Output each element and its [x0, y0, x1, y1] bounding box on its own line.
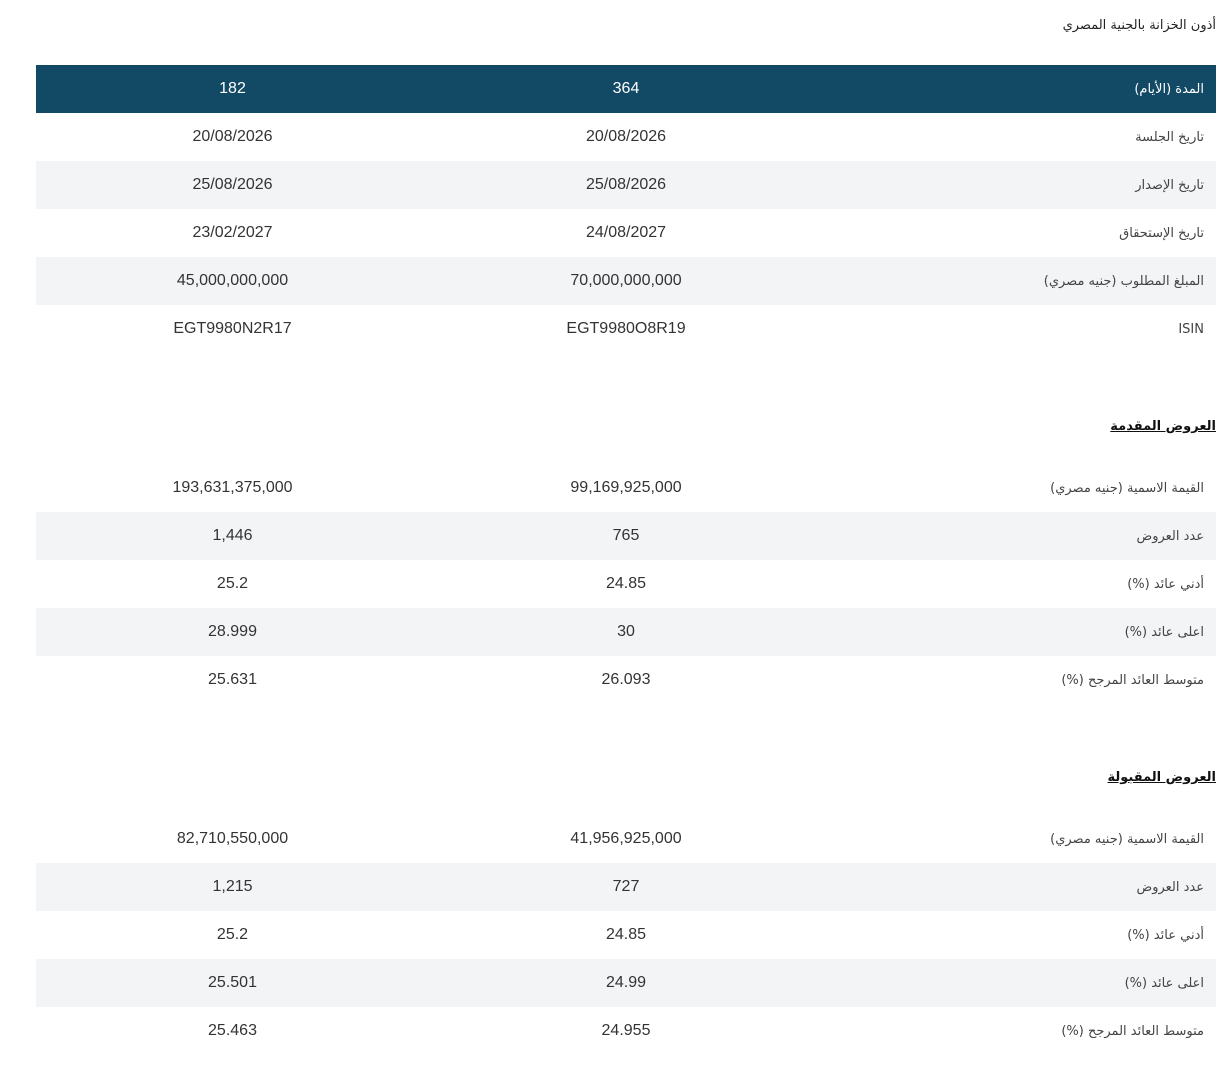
- row-value-364: 24.85: [605, 926, 647, 943]
- table-row: تاريخ الجلسة 20/08/2026 20/08/2026: [36, 113, 1216, 161]
- table-row: المبلغ المطلوب (جنيه مصري) 70,000,000,00…: [36, 257, 1216, 305]
- row-value-364: 20/08/2026: [585, 128, 667, 145]
- row-label: تاريخ الجلسة: [1135, 129, 1204, 145]
- row-value-364: 24/08/2027: [585, 224, 667, 241]
- row-value-364: 41,956,925,000: [570, 830, 682, 847]
- table-row: تاريخ الإصدار 25/08/2026 25/08/2026: [36, 161, 1216, 209]
- row-label: عدد العروض: [1136, 879, 1204, 895]
- row-value-364: 30: [617, 623, 635, 640]
- auction-table: المدة (الأيام) 364 182 تاريخ الجلسة 20/0…: [36, 65, 1216, 353]
- table-row: اعلى عائد (%) 24.99 25.501: [36, 959, 1216, 1007]
- row-value-364: 24.99: [605, 974, 647, 991]
- row-value-364: 727: [612, 878, 640, 895]
- row-value-364: 25/08/2026: [585, 176, 667, 193]
- row-value-364: 26.093: [601, 671, 651, 688]
- row-label: القيمة الاسمية (جنيه مصري): [1050, 831, 1204, 847]
- row-value-364: 70,000,000,000: [570, 272, 682, 289]
- row-value-182: EGT9980N2R17: [173, 320, 292, 337]
- table-row: عدد العروض 765 1,446: [36, 512, 1216, 560]
- row-value-182: 1,446: [212, 527, 253, 544]
- row-value-364: 765: [612, 527, 640, 544]
- row-value-364: EGT9980O8R19: [566, 320, 686, 337]
- bids-accepted-table: القيمة الاسمية (جنيه مصري) 41,956,925,00…: [36, 815, 1216, 1055]
- row-value-364: 99,169,925,000: [570, 479, 682, 496]
- row-label: المبلغ المطلوب (جنيه مصري): [1043, 273, 1204, 289]
- row-label: متوسط العائد المرجح (%): [1061, 1023, 1204, 1039]
- row-value-182: 45,000,000,000: [176, 272, 289, 289]
- table-row: أدني عائد (%) 24.85 25.2: [36, 560, 1216, 608]
- row-value-182: 82,710,550,000: [176, 830, 289, 847]
- bids-submitted-table: القيمة الاسمية (جنيه مصري) 99,169,925,00…: [36, 464, 1216, 704]
- row-label: ISIN: [1178, 321, 1204, 337]
- row-value-364: 24.85: [605, 575, 647, 592]
- row-value-182: 193,631,375,000: [172, 479, 293, 496]
- table-row: القيمة الاسمية (جنيه مصري) 99,169,925,00…: [36, 464, 1216, 512]
- table-row: متوسط العائد المرجح (%) 26.093 25.631: [36, 656, 1216, 704]
- row-value-182: 1,215: [212, 878, 253, 895]
- section-title-bids-submitted: العروض المقدمة: [1110, 419, 1216, 434]
- row-label: أدني عائد (%): [1127, 927, 1204, 943]
- row-value-182: 23/02/2027: [192, 224, 273, 241]
- row-label: متوسط العائد المرجح (%): [1061, 672, 1204, 688]
- row-value-182: 28.999: [208, 623, 257, 640]
- table-header-row: المدة (الأيام) 364 182: [36, 65, 1216, 113]
- row-label: القيمة الاسمية (جنيه مصري): [1050, 480, 1204, 496]
- section-title-bids-accepted: العروض المقبولة: [1107, 770, 1217, 785]
- header-label: المدة (الأيام): [1134, 81, 1204, 97]
- header-col-182: 182: [219, 80, 246, 97]
- table-row: عدد العروض 727 1,215: [36, 863, 1216, 911]
- table-row: متوسط العائد المرجح (%) 24.955 25.463: [36, 1007, 1216, 1055]
- table-row: القيمة الاسمية (جنيه مصري) 41,956,925,00…: [36, 815, 1216, 863]
- page-title: أذون الخزانة بالجنية المصري: [1062, 18, 1216, 33]
- row-value-182: 20/08/2026: [192, 128, 273, 145]
- row-value-182: 25.2: [216, 926, 249, 943]
- row-value-182: 25.2: [216, 575, 249, 592]
- row-value-182: 25/08/2026: [192, 176, 273, 193]
- row-label: تاريخ الإصدار: [1135, 177, 1204, 193]
- header-col-364: 364: [612, 80, 640, 97]
- row-value-182: 25.463: [208, 1022, 257, 1039]
- table-row: أدني عائد (%) 24.85 25.2: [36, 911, 1216, 959]
- row-label: تاريخ الإستحقاق: [1119, 225, 1204, 241]
- table-row: تاريخ الإستحقاق 24/08/2027 23/02/2027: [36, 209, 1216, 257]
- row-label: اعلى عائد (%): [1124, 624, 1204, 640]
- row-value-182: 25.501: [208, 974, 257, 991]
- table-row: اعلى عائد (%) 30 28.999: [36, 608, 1216, 656]
- row-value-364: 24.955: [601, 1022, 651, 1039]
- row-label: عدد العروض: [1136, 528, 1204, 544]
- row-label: اعلى عائد (%): [1124, 975, 1204, 991]
- table-row: ISIN EGT9980O8R19 EGT9980N2R17: [36, 305, 1216, 353]
- row-label: أدني عائد (%): [1127, 576, 1204, 592]
- row-value-182: 25.631: [208, 671, 257, 688]
